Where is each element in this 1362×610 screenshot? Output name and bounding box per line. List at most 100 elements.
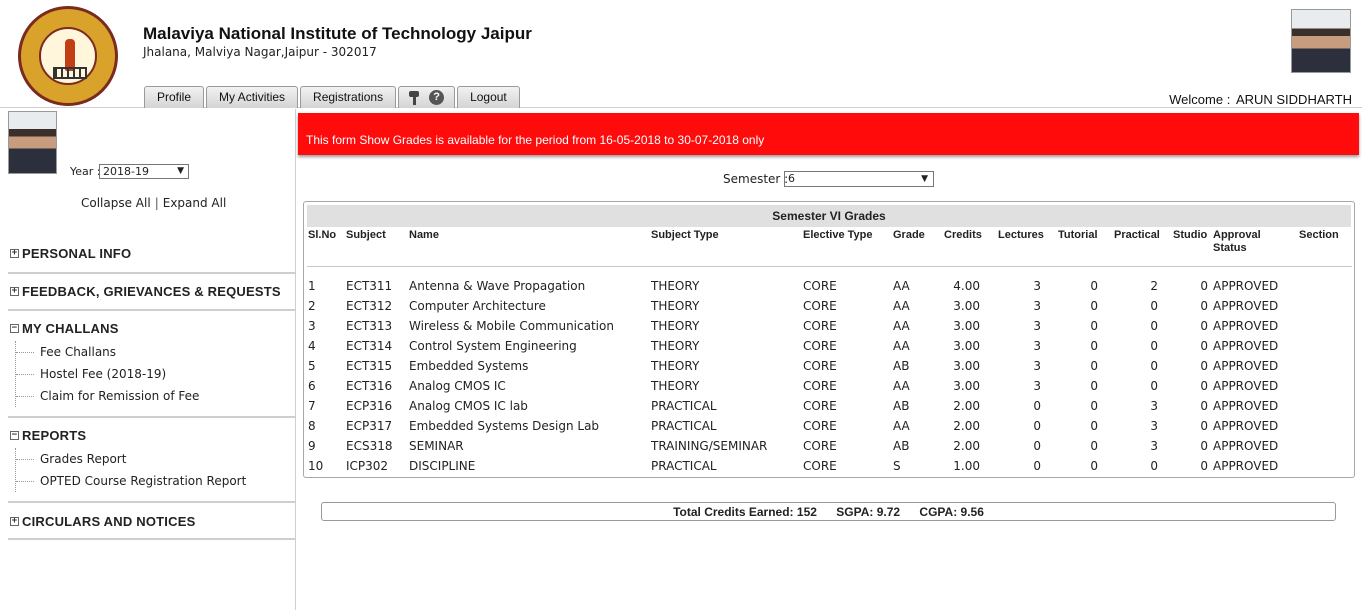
cell-elective-type: CORE xyxy=(803,439,837,453)
section-reports: − REPORTS Grades Report OPTED Course Reg… xyxy=(8,418,295,503)
cell-tutorial: 0 xyxy=(1090,379,1098,393)
expand-all-link[interactable]: Expand All xyxy=(163,196,227,210)
table-row: 3 ECT313 Wireless & Mobile Communication TH… xyxy=(304,316,1354,336)
menu-item-hostel-fee[interactable]: Hostel Fee (2018-19) xyxy=(16,363,199,385)
cell-subject-type: THEORY xyxy=(651,299,700,313)
section-header-feedback[interactable]: + FEEDBACK, GRIEVANCES & REQUESTS xyxy=(10,284,281,299)
cell-tutorial: 0 xyxy=(1090,459,1098,473)
cell-grade: AA xyxy=(893,379,910,393)
cell-practical: 3 xyxy=(1150,419,1158,433)
cell-grade: AA xyxy=(893,299,910,313)
cgpa: CGPA: 9.56 xyxy=(919,505,984,519)
cell-subject-type: THEORY xyxy=(651,279,700,293)
cell-approval-status: APPROVED xyxy=(1213,279,1279,293)
section-header-reports[interactable]: − REPORTS xyxy=(10,428,86,443)
user-photo xyxy=(1291,9,1351,73)
chevron-down-icon: ▼ xyxy=(177,166,184,176)
cell-tutorial: 0 xyxy=(1090,359,1098,373)
cell-subject-type: THEORY xyxy=(651,359,700,373)
user-name: ARUN SIDDHARTH xyxy=(1235,92,1352,107)
tab-logout[interactable]: Logout xyxy=(457,86,520,108)
section-header-personal-info[interactable]: + PERSONAL INFO xyxy=(10,246,131,261)
tab-registrations[interactable]: Registrations xyxy=(300,86,397,108)
table-row: 1 ECT311 Antenna & Wave Propagation THEORY C… xyxy=(304,276,1354,296)
cell-slno: 2 xyxy=(308,299,316,313)
cell-approval-status: APPROVED xyxy=(1213,399,1279,413)
cell-practical: 2 xyxy=(1150,279,1158,293)
section-personal-info: + PERSONAL INFO xyxy=(8,234,295,274)
cell-lectures: 3 xyxy=(1033,379,1041,393)
table-row: 8 ECP317 Embedded Systems Design Lab PRACTI… xyxy=(304,416,1354,436)
cell-subject-type: THEORY xyxy=(651,339,700,353)
year-select[interactable]: 2018-19 ▼ xyxy=(99,164,189,179)
cell-grade: AA xyxy=(893,339,910,353)
cell-practical: 0 xyxy=(1150,359,1158,373)
section-title: FEEDBACK, GRIEVANCES & REQUESTS xyxy=(22,284,281,299)
cell-practical: 0 xyxy=(1150,319,1158,333)
menu-item-opted-course-report[interactable]: OPTED Course Registration Report xyxy=(16,470,246,492)
cell-practical: 0 xyxy=(1150,379,1158,393)
main-tabs: Profile My Activities Registrations ? Lo… xyxy=(144,86,520,108)
cell-elective-type: CORE xyxy=(803,399,837,413)
cell-studio: 0 xyxy=(1200,439,1208,453)
tab-my-activities[interactable]: My Activities xyxy=(206,86,299,108)
help-icon[interactable]: ? xyxy=(429,90,445,105)
col-header-credits: Credits xyxy=(944,229,982,241)
cell-lectures: 0 xyxy=(1033,419,1041,433)
cell-subject: ECP317 xyxy=(346,419,393,433)
cell-subject: ECS318 xyxy=(346,439,393,453)
cell-studio: 0 xyxy=(1200,279,1208,293)
cell-grade: AA xyxy=(893,279,910,293)
cell-slno: 9 xyxy=(308,439,316,453)
welcome-label: Welcome : xyxy=(1169,92,1231,107)
menu-item-fee-challans[interactable]: Fee Challans xyxy=(16,341,199,363)
cell-practical: 3 xyxy=(1150,439,1158,453)
collapse-all-link[interactable]: Collapse All xyxy=(81,196,151,210)
cell-subject-type: PRACTICAL xyxy=(651,399,717,413)
sgpa: SGPA: 9.72 xyxy=(836,505,901,519)
separator: | xyxy=(154,196,159,210)
cell-elective-type: CORE xyxy=(803,379,837,393)
cell-name: Wireless & Mobile Communication xyxy=(409,319,614,333)
grades-title: Semester VI Grades xyxy=(307,205,1351,227)
section-header-circulars[interactable]: + CIRCULARS AND NOTICES xyxy=(10,514,195,529)
cell-grade: AB xyxy=(893,359,910,373)
menu-item-grades-report[interactable]: Grades Report xyxy=(16,448,246,470)
cell-subject: ECT312 xyxy=(346,299,393,313)
cell-slno: 7 xyxy=(308,399,316,413)
cell-slno: 5 xyxy=(308,359,316,373)
collapse-icon: − xyxy=(10,430,19,440)
col-header-lectures: Lectures xyxy=(998,229,1044,241)
header-divider xyxy=(307,266,1352,267)
cell-lectures: 0 xyxy=(1033,459,1041,473)
cell-credits: 2.00 xyxy=(953,439,980,453)
cell-approval-status: APPROVED xyxy=(1213,339,1279,353)
col-header-subject-type: Subject Type xyxy=(651,229,719,241)
col-header-elective-type: Elective Type xyxy=(803,229,873,241)
tab-profile[interactable]: Profile xyxy=(144,86,205,108)
cell-studio: 0 xyxy=(1200,379,1208,393)
menu-item-claim-remission[interactable]: Claim for Remission of Fee xyxy=(16,385,199,407)
section-header-my-challans[interactable]: − MY CHALLANS xyxy=(10,321,119,336)
cell-name: Antenna & Wave Propagation xyxy=(409,279,586,293)
sidebar-user-photo xyxy=(8,111,57,174)
year-value: 2018-19 xyxy=(103,165,149,178)
grades-panel: Semester VI Grades Sl.No Subject Name Su… xyxy=(303,201,1355,478)
page-header: Malaviya National Institute of Technolog… xyxy=(0,0,1362,108)
section-title: MY CHALLANS xyxy=(22,321,119,336)
cell-elective-type: CORE xyxy=(803,359,837,373)
cell-tutorial: 0 xyxy=(1090,319,1098,333)
cell-slno: 10 xyxy=(308,459,324,473)
cell-practical: 0 xyxy=(1150,299,1158,313)
year-label: Year : xyxy=(70,165,101,178)
semester-select[interactable]: 6 ▼ xyxy=(784,171,934,187)
cell-name: Computer Architecture xyxy=(409,299,546,313)
cell-subject: ECT313 xyxy=(346,319,393,333)
collapse-icon: − xyxy=(10,323,19,333)
cell-credits: 1.00 xyxy=(953,459,980,473)
key-icon[interactable] xyxy=(409,90,420,105)
table-row: 9 ECS318 SEMINAR TRAINING/SEMINAR CORE AB 2.00… xyxy=(304,436,1354,456)
col-header-slno: Sl.No xyxy=(308,229,337,241)
section-title: REPORTS xyxy=(22,428,87,443)
cell-name: Analog CMOS IC xyxy=(409,379,506,393)
